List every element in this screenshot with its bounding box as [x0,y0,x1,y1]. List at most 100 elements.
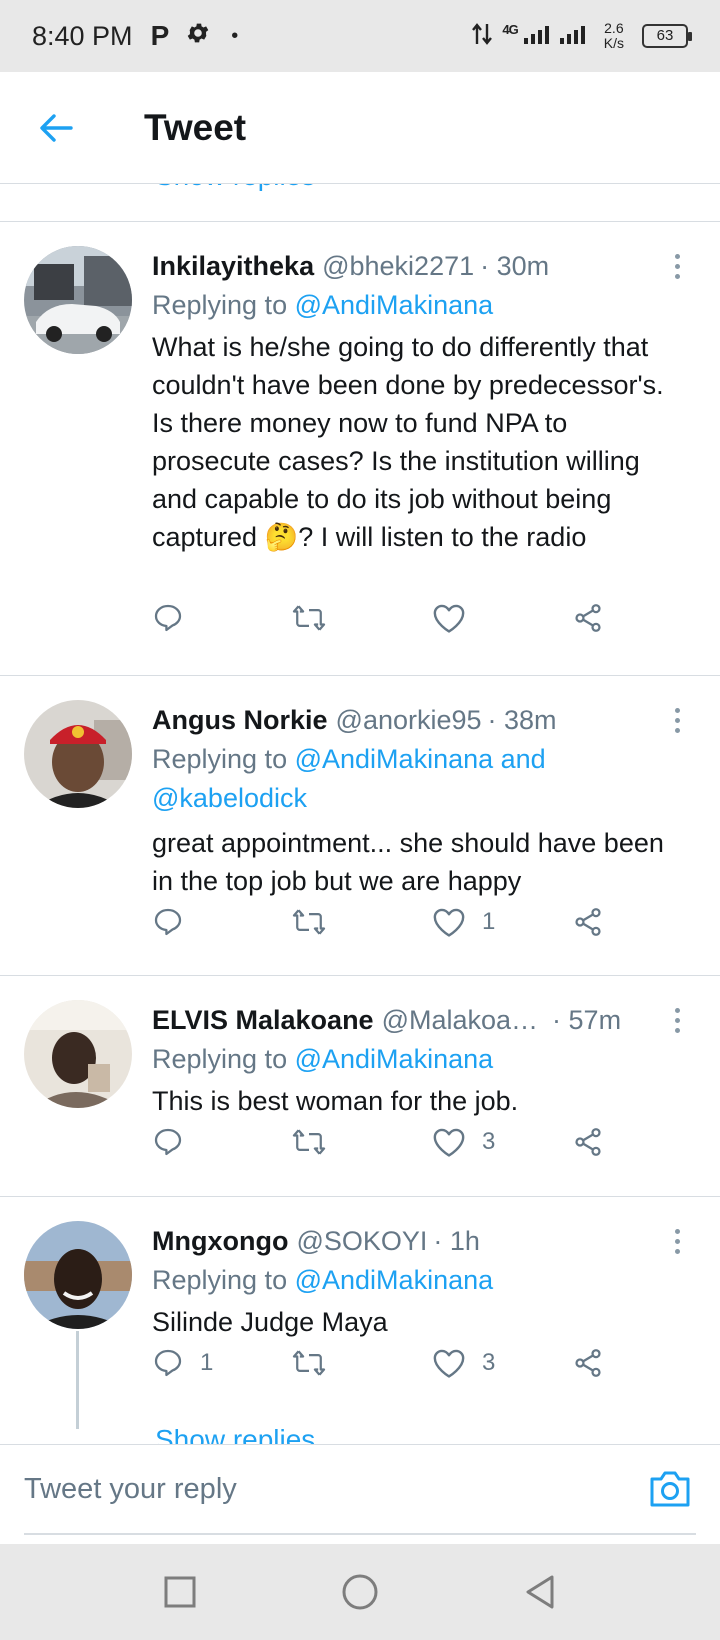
reply-button[interactable] [152,900,200,944]
like-button[interactable] [432,596,482,640]
like-button[interactable]: 3 [432,1120,495,1164]
avatar[interactable] [24,246,132,354]
reply-button[interactable]: 1 [152,1341,213,1385]
heart-icon [433,908,465,937]
tweet-card[interactable]: Mngxongo @SOKOYI · 1h Replying to @AndiM… [0,1197,720,1444]
share-icon [575,1349,601,1377]
retweet-icon [292,1350,326,1376]
replying-prefix: Replying to [152,744,288,774]
show-replies-link-top[interactable]: Show replies [155,184,315,192]
reply-icon [154,1128,182,1156]
status-bar: 8:40 PM P • 4G 2.6 K/s 63 [0,0,720,72]
replies-feed[interactable]: Show replies Inkilayitheka @bheki2271 · … [0,184,720,1444]
tweet-actions: 1 3 [152,1341,622,1385]
replying-prefix: Replying to [152,290,288,320]
user-handle: @bheki2271 [322,251,475,281]
back-arrow-icon[interactable] [26,98,86,158]
battery-icon: 63 [642,24,692,48]
input-underline [24,1533,696,1535]
share-icon [575,604,601,632]
network-type-label: 4G [502,21,518,37]
avatar[interactable] [24,1221,132,1329]
reply-button[interactable] [152,596,200,640]
speed-unit: K/s [603,35,624,51]
show-replies-link-bottom[interactable]: Show replies [155,1424,315,1444]
like-button[interactable]: 3 [432,1341,495,1385]
like-count: 3 [482,1128,496,1155]
share-button[interactable] [572,1341,604,1385]
like-count: 1 [482,908,496,935]
page-title: Tweet [144,106,247,148]
more-options-icon[interactable] [662,1000,692,1040]
user-handle: @Malakoa… [381,1005,539,1035]
reply-composer [0,1444,720,1544]
tweet-meta: Inkilayitheka @bheki2271 · 30m [152,246,684,286]
tweet-text: Silinde Judge Maya [152,1307,388,1337]
heart-icon [433,1128,465,1157]
share-icon [575,1128,601,1156]
signal-strength-icon: 4G [502,22,593,51]
tweet-text: This is best woman for the job. [152,1086,519,1116]
avatar[interactable] [24,700,132,808]
top-app-bar: Tweet [0,72,720,184]
reply-count: 1 [200,1349,214,1376]
tweet-actions [152,596,622,640]
tweet-text: What is he/she going to do differently t… [152,332,664,552]
tweet-text: great appointment... she should have bee… [152,828,664,896]
reply-icon [154,1349,182,1377]
home-circle-icon[interactable] [336,1568,384,1616]
retweet-button[interactable] [292,1341,342,1385]
retweet-button[interactable] [292,900,342,944]
thread-connector [76,1331,79,1429]
camera-icon[interactable] [648,1469,696,1513]
replying-prefix: Replying to [152,1265,288,1295]
reply-button[interactable] [152,1120,200,1164]
recents-square-icon[interactable] [156,1568,204,1616]
retweet-button[interactable] [292,1120,342,1164]
retweet-button[interactable] [292,596,342,640]
heart-icon [433,1349,465,1378]
share-icon [575,908,601,936]
user-handle: @anorkie95 [335,705,482,735]
share-button[interactable] [572,1120,604,1164]
share-button[interactable] [572,596,604,640]
heart-icon [433,604,465,633]
tweet-time: · 30m [480,251,550,281]
data-transfer-icon [472,22,493,51]
retweet-icon [292,605,326,631]
more-options-icon[interactable] [662,700,692,740]
avatar[interactable] [24,1000,132,1108]
replying-prefix: Replying to [152,1044,288,1074]
mention-link[interactable]: @AndiMakinana [295,1265,494,1295]
mention-link[interactable]: @AndiMakinana [295,1044,494,1074]
display-name[interactable]: ELVIS Malakoane [152,1000,374,1040]
notification-dot: • [231,24,239,47]
display-name[interactable]: Angus Norkie [152,700,328,740]
mention-link[interactable]: @AndiMakinana [295,290,494,320]
network-speed: 2.6 K/s [604,21,624,51]
share-button[interactable] [572,900,604,944]
tweet-time: · 1h [433,1226,480,1256]
tweet-actions: 3 [152,1120,622,1164]
reply-input[interactable] [24,1459,584,1519]
like-count: 3 [482,1349,496,1376]
retweet-icon [292,1129,326,1155]
tweet-time: · 38m [487,705,557,735]
tweet-card[interactable]: Angus Norkie @anorkie95 · 38m Replying t… [0,676,720,974]
more-options-icon[interactable] [662,1221,692,1261]
display-name[interactable]: Mngxongo [152,1221,288,1261]
tweet-actions: 1 [152,900,622,944]
like-button[interactable]: 1 [432,900,495,944]
more-options-icon[interactable] [662,246,692,286]
tweet-meta: Angus Norkie @anorkie95 · 38m [152,700,684,740]
display-name[interactable]: Inkilayitheka [152,246,314,286]
retweet-icon [292,909,326,935]
replying-to: Replying to @AndiMakinana [152,1040,684,1079]
tweet-card[interactable]: ELVIS Malakoane @Malakoa… · 57m Replying… [0,976,720,1194]
tweet-time: · 57m [552,1005,622,1035]
status-time: 8:40 PM [32,20,133,51]
replying-to: Replying to @AndiMakinana [152,1261,684,1300]
back-triangle-icon[interactable] [516,1568,564,1616]
reply-icon [154,908,182,936]
tweet-card[interactable]: Inkilayitheka @bheki2271 · 30m Replying … [0,222,720,660]
